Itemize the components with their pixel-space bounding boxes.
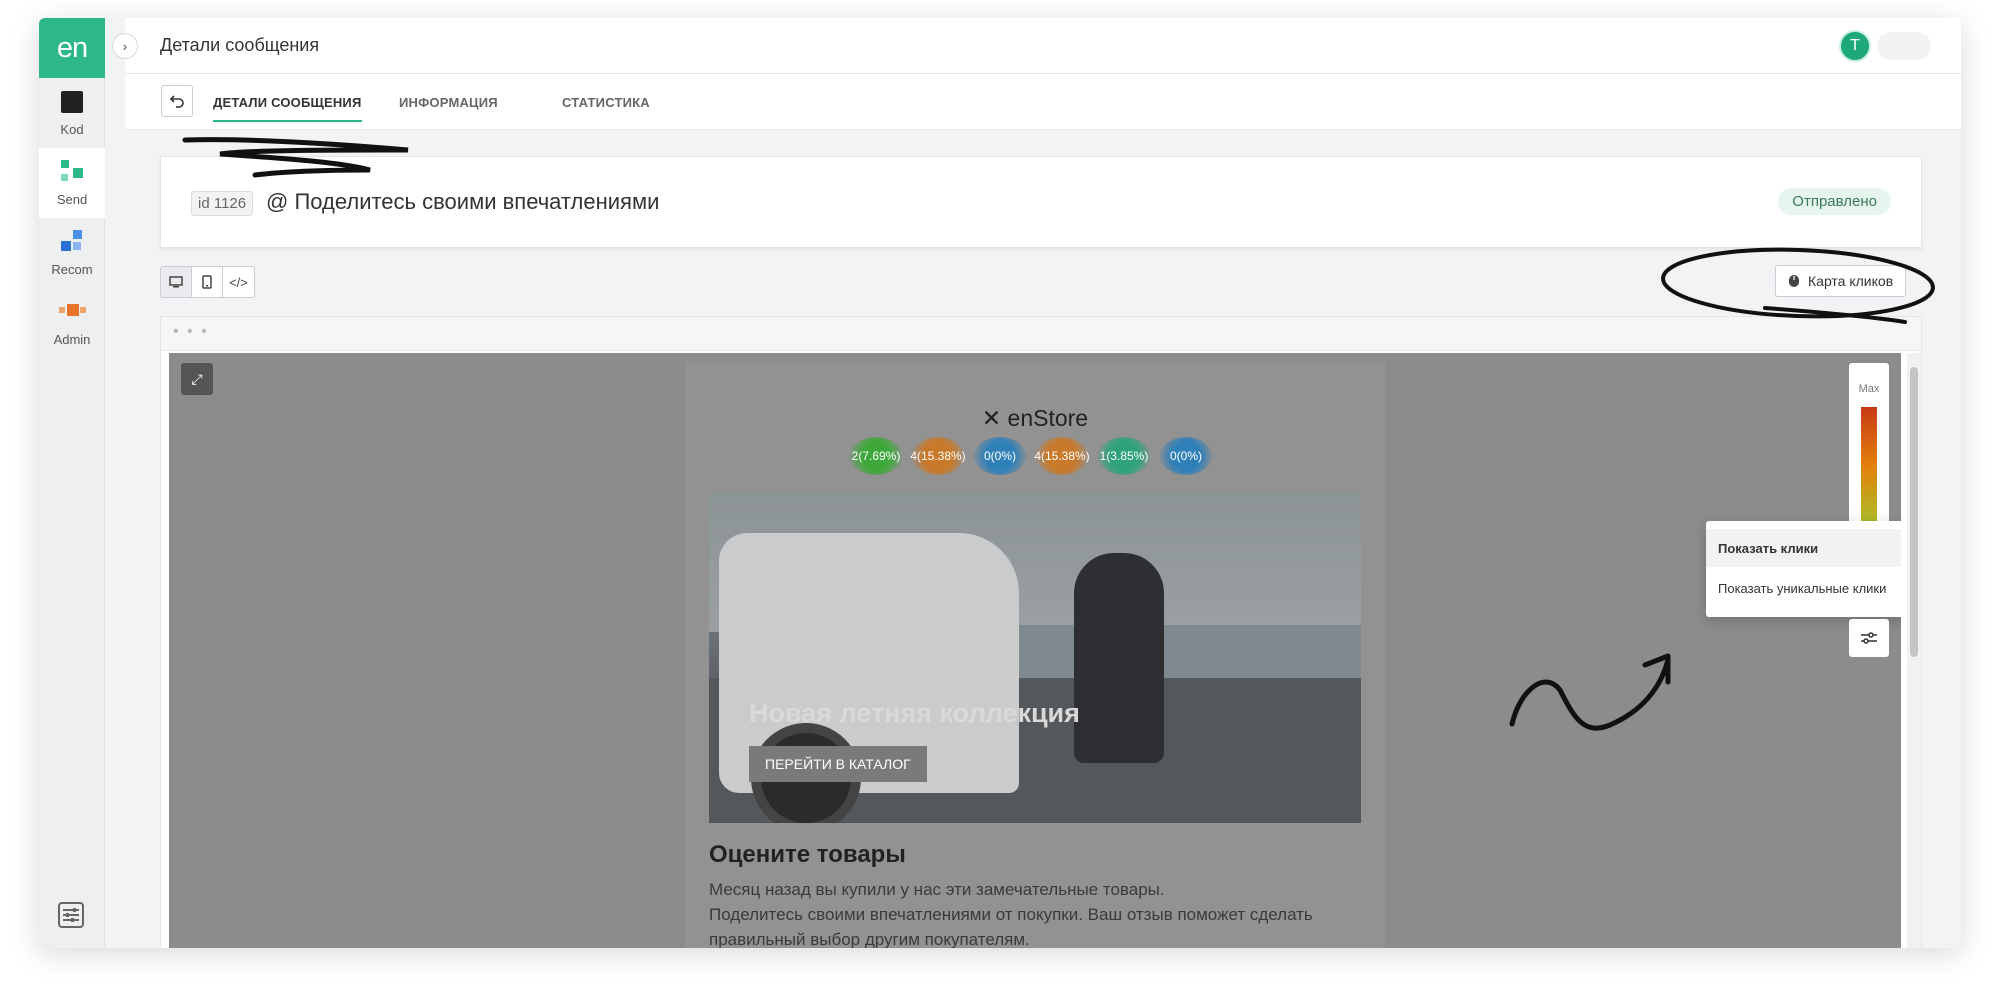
avatar[interactable]: T xyxy=(1839,30,1871,62)
email-text-line: Поделитесь своими впечатлениями от покуп… xyxy=(709,905,1313,948)
back-button[interactable] xyxy=(161,85,193,117)
more-dots-icon: • • • xyxy=(173,323,209,340)
email-text-line: Месяц назад вы купили у нас эти замечате… xyxy=(709,880,1165,899)
tabs-bar: ДЕТАЛИ СООБЩЕНИЯ ИНФОРМАЦИЯ СТАТИСТИКА xyxy=(125,74,1961,130)
email-heading: Оцените товары xyxy=(709,841,906,868)
sidebar-item-send[interactable]: Send xyxy=(39,148,105,218)
app-window: en Kod Send Recom Admin › Детали сообщен… xyxy=(39,18,1961,948)
send-blocks-icon xyxy=(59,159,85,185)
chevron-right-icon[interactable]: › xyxy=(112,33,138,59)
message-header-card: id 1126 @ Поделитесь своими впечатлениям… xyxy=(160,156,1922,248)
brand-logo[interactable]: ✕ enStore xyxy=(685,405,1385,432)
preview-header: • • • xyxy=(161,317,1921,351)
message-title: @ Поделитесь своими впечатлениями xyxy=(266,189,660,214)
brand-mark-icon: ✕ xyxy=(981,405,1002,431)
scrollbar-thumb[interactable] xyxy=(1910,367,1918,657)
click-stat-3[interactable]: 0(0%) xyxy=(974,437,1026,475)
sidebar-item-kod[interactable]: Kod xyxy=(39,78,105,148)
kod-square-icon xyxy=(59,89,85,115)
sidebar-item-label: Send xyxy=(56,192,88,207)
page-title: Детали сообщения xyxy=(160,35,320,55)
sidebar-item-recom[interactable]: Recom xyxy=(39,218,105,288)
filter-settings-icon[interactable] xyxy=(1849,619,1889,657)
scale-max-label: Max xyxy=(1858,383,1880,395)
message-id-badge: id 1126 xyxy=(191,191,254,216)
sidebar-item-label: Admin xyxy=(53,332,91,347)
sidebar-item-label: Kod xyxy=(60,122,84,137)
click-stat-4[interactable]: 4(15.38%) xyxy=(1034,437,1090,475)
click-stats: 2(7.69%) 4(15.38%) 0(0%) 4(15.38%) 1(3.8… xyxy=(850,437,1212,475)
code-view-icon[interactable]: </> xyxy=(223,267,254,297)
settings-sliders-icon[interactable] xyxy=(58,902,84,928)
desktop-view-icon[interactable] xyxy=(161,267,192,297)
click-stat-5[interactable]: 1(3.85%) xyxy=(1098,437,1150,475)
tab-statistics[interactable]: СТАТИСТИКА xyxy=(562,95,650,120)
click-stat-6[interactable]: 0(0%) xyxy=(1160,437,1212,475)
email-text: Месяц назад вы купили у нас эти замечате… xyxy=(709,877,1369,948)
undo-arrow-icon xyxy=(169,95,184,108)
sidebar-item-label: Recom xyxy=(51,262,93,277)
user-name-blurred[interactable] xyxy=(1877,32,1931,60)
topbar: Детали сообщения T xyxy=(125,18,1961,74)
sidebar: en Kod Send Recom Admin xyxy=(39,18,105,948)
tab-information[interactable]: ИНФОРМАЦИЯ xyxy=(399,95,498,120)
hero-image[interactable]: Новая летняя коллекция ПЕРЕЙТИ В КАТАЛОГ xyxy=(709,493,1361,823)
sidebar-item-admin[interactable]: Admin xyxy=(39,288,105,358)
click-stat-1[interactable]: 2(7.69%) xyxy=(850,437,902,475)
admin-blocks-icon xyxy=(59,299,86,325)
expand-icon[interactable]: ⤢ xyxy=(181,363,213,395)
mouse-icon xyxy=(1789,275,1799,287)
app-logo[interactable]: en xyxy=(39,18,105,78)
person-shape xyxy=(1074,553,1164,763)
heatmap-mode-menu: Показать клики Показать уникальные клики xyxy=(1706,521,1901,617)
menu-item-show-unique-clicks[interactable]: Показать уникальные клики xyxy=(1706,569,1901,607)
main-area: Детали сообщения T ДЕТАЛИ СООБЩЕНИЯ ИНФО… xyxy=(125,18,1961,948)
heatmap-button[interactable]: Карта кликов xyxy=(1775,265,1907,297)
heatmap-button-label: Карта кликов xyxy=(1808,273,1894,289)
click-stat-2[interactable]: 4(15.38%) xyxy=(910,437,966,475)
hero-title: Новая летняя коллекция xyxy=(749,698,1080,728)
email-preview-frame: • • • ⤢ ✕ enStore 2(7.69%) 4(15.38%) 0(0… xyxy=(160,316,1922,948)
status-badge: Отправлено xyxy=(1778,188,1891,215)
mobile-view-icon[interactable] xyxy=(192,267,223,297)
email-body: ✕ enStore 2(7.69%) 4(15.38%) 0(0%) 4(15.… xyxy=(685,361,1385,948)
recom-blocks-icon xyxy=(59,229,85,255)
menu-item-show-clicks[interactable]: Показать клики xyxy=(1706,529,1901,567)
tab-message-details[interactable]: ДЕТАЛИ СООБЩЕНИЯ xyxy=(213,95,362,122)
catalog-button[interactable]: ПЕРЕЙТИ В КАТАЛОГ xyxy=(749,746,927,782)
view-mode-toggle: </> xyxy=(160,266,255,298)
brand-name: enStore xyxy=(1007,405,1089,431)
preview-canvas: ⤢ ✕ enStore 2(7.69%) 4(15.38%) 0(0%) 4(1… xyxy=(169,353,1901,948)
vertical-scrollbar[interactable] xyxy=(1907,353,1921,948)
